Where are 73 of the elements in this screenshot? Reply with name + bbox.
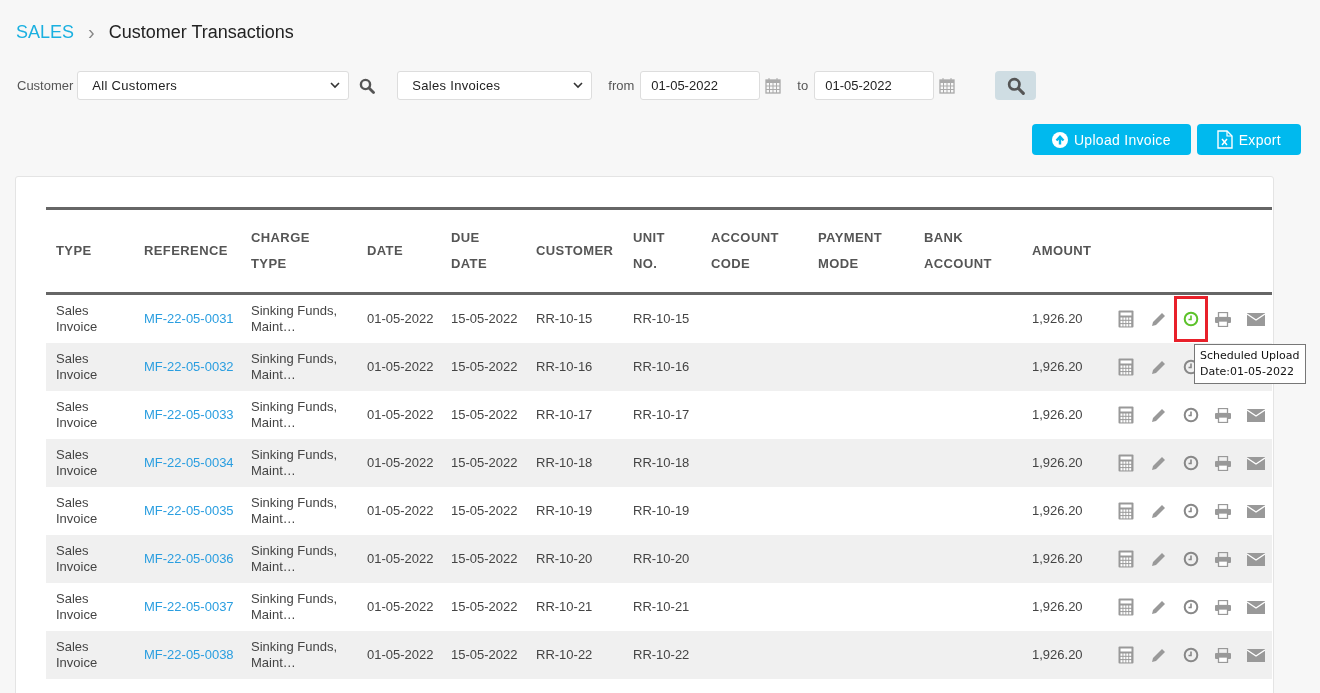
table-cell: Sales Invoice [46, 439, 134, 487]
table-cell: 01-05-2022 [357, 293, 441, 343]
table-cell: Sinking Funds, Maint… [241, 535, 357, 583]
column-header: DATE [357, 208, 441, 294]
column-header: PAYMENT MODE [808, 208, 914, 294]
table-cell: 15-05-2022 [441, 391, 526, 439]
table-cell: 15-05-2022 [441, 293, 526, 343]
table-cell: 15-05-2022 [441, 439, 526, 487]
column-header: DUE DATE [441, 208, 526, 294]
table-cell: Sinking Funds, Maint… [241, 583, 357, 631]
table-cell: 15-05-2022 [441, 487, 526, 535]
table-cell: 01-05-2022 [357, 535, 441, 583]
table-cell: Sinking Funds, Maint… [241, 293, 357, 343]
table-cell: Sales Invoice [46, 391, 134, 439]
table-cell: 1,926.20 [1022, 293, 1100, 343]
table-cell: RR-10-21 [623, 583, 701, 631]
column-header: TYPE [46, 208, 134, 294]
table-cell: 1,926.20 [1022, 439, 1100, 487]
table-cell: 01-05-2022 [357, 583, 441, 631]
from-label: from [608, 78, 635, 93]
page-title: Customer Transactions [108, 21, 294, 43]
table-cell: RR-10-17 [623, 391, 701, 439]
table-cell: 1,926.20 [1022, 583, 1100, 631]
column-header: REFERENCE [134, 208, 241, 294]
table-cell: RR-10-18 [526, 439, 623, 487]
table-cell: Sinking Funds, Maint… [241, 487, 357, 535]
table-cell: 01-05-2022 [357, 439, 441, 487]
table-cell: 01-05-2022 [357, 487, 441, 535]
table-cell: RR-10-19 [623, 487, 701, 535]
table-cell: 15-05-2022 [441, 583, 526, 631]
table-cell: 15-05-2022 [441, 535, 526, 583]
tooltip: Scheduled Upload Date:01-05-2022 [1194, 344, 1306, 384]
table-cell: 1,926.20 [1022, 535, 1100, 583]
column-header: CHARGE TYPE [241, 208, 357, 294]
table-cell: RR-10-20 [526, 535, 623, 583]
table-cell: RR-10-18 [623, 439, 701, 487]
breadcrumb-separator: › [88, 20, 95, 44]
table-cell: 1,926.20 [1022, 631, 1100, 679]
table-cell: 01-05-2022 [357, 631, 441, 679]
table-cell: Sinking Funds, Maint… [241, 391, 357, 439]
table-cell: Sales Invoice [46, 535, 134, 583]
table-cell: RR-10-22 [526, 631, 623, 679]
table-cell: Sinking Funds, Maint… [241, 343, 357, 391]
table-cell: 1,926.20 [1022, 343, 1100, 391]
customer-label: Customer [17, 78, 74, 93]
column-header: ACCOUNT CODE [701, 208, 808, 294]
table-cell: RR-10-15 [623, 293, 701, 343]
table-cell: Sales Invoice [46, 631, 134, 679]
table-cell: RR-10-16 [623, 343, 701, 391]
table-cell: RR-10-20 [623, 535, 701, 583]
table-cell: RR-10-22 [623, 631, 701, 679]
column-header: CUSTOMER [526, 208, 623, 294]
table-cell: 1,926.20 [1022, 391, 1100, 439]
table-cell: RR-10-21 [526, 583, 623, 631]
table-cell: Sales Invoice [46, 487, 134, 535]
table-cell: 15-05-2022 [441, 343, 526, 391]
table-cell: RR-10-17 [526, 391, 623, 439]
table-cell: RR-10-16 [526, 343, 623, 391]
table-cell: RR-10-19 [526, 487, 623, 535]
table-cell: Sales Invoice [46, 583, 134, 631]
to-label: to [797, 78, 809, 93]
table-cell: RR-10-15 [526, 293, 623, 343]
table-cell: 01-05-2022 [357, 391, 441, 439]
column-header: UNIT NO. [623, 208, 701, 294]
table-cell: 1,926.20 [1022, 487, 1100, 535]
table-cell: 15-05-2022 [441, 631, 526, 679]
column-header: BANK ACCOUNT [914, 208, 1022, 294]
table-cell: Sinking Funds, Maint… [241, 439, 357, 487]
table-cell: Sinking Funds, Maint… [241, 631, 357, 679]
table-cell: Sales Invoice [46, 293, 134, 343]
table-cell: Sales Invoice [46, 343, 134, 391]
column-header: AMOUNT [1022, 208, 1100, 294]
table-cell: 01-05-2022 [357, 343, 441, 391]
